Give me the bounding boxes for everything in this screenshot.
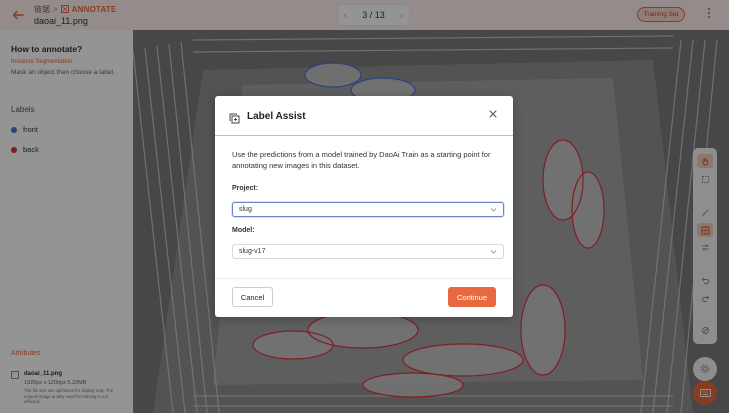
cancel-button[interactable]: Cancel [232,287,273,307]
model-select[interactable]: slug-v17 [232,244,504,259]
project-select[interactable]: slug [232,202,504,217]
close-icon[interactable] [488,109,498,121]
model-label: Model: [232,227,255,234]
dialog-footer-divider [215,278,513,279]
dialog-description: Use the predictions from a model trained… [232,150,491,170]
dialog-title: Label Assist [247,111,306,122]
chevron-down-icon [490,248,497,257]
model-select-value: slug-v17 [239,248,266,255]
label-assist-icon [229,111,240,124]
continue-button[interactable]: Continue [448,287,496,307]
project-label: Project: [232,185,259,192]
dialog-divider [215,135,513,136]
chevron-down-icon [490,206,497,215]
project-select-value: slug [239,206,252,213]
label-assist-dialog: Label Assist Use the predictions from a … [215,96,513,317]
